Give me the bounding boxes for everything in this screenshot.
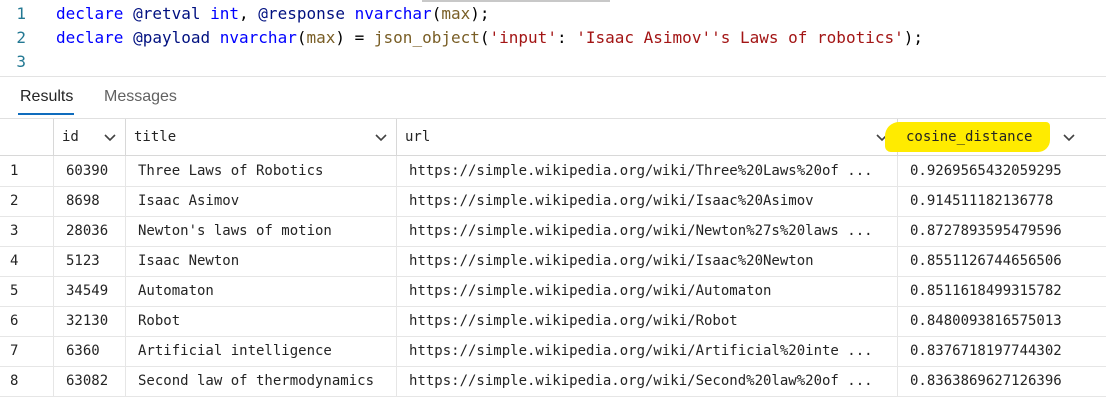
column-header-label: url — [405, 129, 431, 145]
tab-messages[interactable]: Messages — [104, 88, 177, 106]
cosine-distance-cell[interactable]: 0.8551126744656506 — [898, 246, 1106, 276]
column-header-cosine-distance[interactable]: cosine_distance — [898, 119, 1106, 155]
column-header-label: title — [134, 129, 177, 145]
title-cell[interactable]: Second law of thermodynamics — [126, 366, 397, 396]
cosine-distance-cell[interactable]: 0.8480093816575013 — [898, 306, 1106, 336]
url-cell[interactable]: https://simple.wikipedia.org/wiki/Three%… — [397, 156, 898, 186]
code-token: ); — [903, 28, 923, 47]
title-cell[interactable]: Isaac Newton — [126, 246, 397, 276]
title-cell[interactable]: Artificial intelligence — [126, 336, 397, 366]
code-line[interactable]: 2 declare @payload nvarchar ( max) = json_o… — [0, 26, 923, 50]
cosine-distance-cell[interactable]: 0.914511182136778 — [898, 186, 1106, 216]
code-editor[interactable]: 1 declare @retval int, @response nvarchar… — [0, 0, 1106, 77]
code-token: declare — [56, 28, 134, 47]
cosine-distance-cell[interactable]: 0.8363869627126396 — [898, 366, 1106, 396]
id-cell[interactable]: 8698 — [54, 186, 126, 216]
url-cell[interactable]: https://simple.wikipedia.org/wiki/Artifi… — [397, 336, 898, 366]
table-row[interactable]: 2 8698 Isaac Asimov https://simple.wikipedi… — [0, 186, 1106, 217]
code-token: @response — [258, 4, 355, 23]
url-cell[interactable]: https://simple.wikipedia.org/wiki/Isaac%… — [397, 186, 898, 216]
row-number-cell[interactable]: 1 — [0, 156, 54, 186]
code-token: max — [306, 28, 336, 47]
cosine-distance-cell[interactable]: 0.8376718197744302 — [898, 336, 1106, 366]
code-token: nvarchar — [219, 28, 297, 47]
code-token: declare — [56, 4, 134, 23]
row-number-cell[interactable]: 4 — [0, 246, 54, 276]
code-line[interactable]: 3 — [0, 50, 56, 74]
column-header-id[interactable]: id — [54, 119, 126, 155]
code-text: declare @payload nvarchar ( max) = json_ob… — [56, 28, 923, 47]
cosine-distance-cell[interactable]: 0.9269565432059295 — [898, 156, 1106, 186]
code-token: , — [239, 4, 259, 23]
id-cell[interactable]: 34549 — [54, 276, 126, 306]
table-row[interactable]: 7 6360 Artificial intelligence https://simp… — [0, 336, 1106, 367]
column-header-label: id — [62, 129, 79, 145]
url-cell[interactable]: https://simple.wikipedia.org/wiki/Second… — [397, 366, 898, 396]
chevron-down-icon[interactable] — [1062, 130, 1076, 144]
url-cell[interactable]: https://simple.wikipedia.org/wiki/Robot — [397, 306, 898, 336]
cosine-distance-cell[interactable]: 0.8727893595479596 — [898, 216, 1106, 246]
row-number-header — [0, 119, 54, 155]
row-number-cell[interactable]: 5 — [0, 276, 54, 306]
title-cell[interactable]: Three Laws of Robotics — [126, 156, 397, 186]
table-row[interactable]: 4 5123 Isaac Newton https://simple.wikipedi… — [0, 246, 1106, 277]
title-cell[interactable]: Automaton — [126, 276, 397, 306]
id-cell[interactable]: 28036 — [54, 216, 126, 246]
row-number-cell[interactable]: 8 — [0, 366, 54, 396]
code-token: 'input' — [489, 28, 557, 47]
column-header-title[interactable]: title — [126, 119, 397, 155]
chevron-down-icon[interactable] — [103, 130, 117, 144]
line-number: 3 — [16, 52, 26, 71]
table-row[interactable]: 8 63082 Second law of thermodynamics https:… — [0, 366, 1106, 397]
id-cell[interactable]: 63082 — [54, 366, 126, 396]
row-number-cell[interactable]: 7 — [0, 336, 54, 366]
table-row[interactable]: 6 32130 Robot https://simple.wikipedia.org/… — [0, 306, 1106, 337]
row-number-cell[interactable]: 6 — [0, 306, 54, 336]
url-cell[interactable]: https://simple.wikipedia.org/wiki/Automa… — [397, 276, 898, 306]
active-tab-indicator — [18, 113, 74, 115]
code-line[interactable]: 1 declare @retval int, @response nvarchar… — [0, 2, 490, 26]
line-number: 2 — [16, 28, 26, 47]
code-token: ) = — [335, 28, 374, 47]
results-grid[interactable]: id title url cosine_distance 1 60390 Three… — [0, 119, 1106, 405]
grid-header: id title url cosine_distance — [0, 119, 1106, 156]
column-header-url[interactable]: url — [397, 119, 898, 155]
table-row[interactable]: 3 28036 Newton's laws of motion https://sim… — [0, 216, 1106, 247]
url-cell[interactable]: https://simple.wikipedia.org/wiki/Newton… — [397, 216, 898, 246]
title-cell[interactable]: Isaac Asimov — [126, 186, 397, 216]
code-token: 'Isaac Asimov''s Laws of robotics' — [576, 28, 904, 47]
code-token: ); — [470, 4, 490, 23]
code-token: max — [441, 4, 471, 23]
column-header-label: cosine_distance — [906, 129, 1033, 145]
row-number-cell[interactable]: 2 — [0, 186, 54, 216]
results-tabs: Results Messages — [0, 78, 1106, 119]
code-token: int — [210, 4, 240, 23]
code-token: ( — [431, 4, 442, 23]
id-cell[interactable]: 5123 — [54, 246, 126, 276]
code-text: declare @retval int, @response nvarchar(… — [56, 4, 490, 23]
code-token: nvarchar — [354, 4, 432, 23]
code-token: ( — [479, 28, 490, 47]
cosine-distance-cell[interactable]: 0.8511618499315782 — [898, 276, 1106, 306]
id-cell[interactable]: 32130 — [54, 306, 126, 336]
code-token: @payload — [133, 28, 220, 47]
title-cell[interactable]: Newton's laws of motion — [126, 216, 397, 246]
chevron-down-icon[interactable] — [374, 130, 388, 144]
line-number: 1 — [16, 4, 26, 23]
tab-results[interactable]: Results — [20, 88, 73, 106]
id-cell[interactable]: 60390 — [54, 156, 126, 186]
code-token: json_object — [373, 28, 480, 47]
table-row[interactable]: 5 34549 Automaton https://simple.wikipedia.… — [0, 276, 1106, 307]
code-token: @retval — [133, 4, 211, 23]
row-number-cell[interactable]: 3 — [0, 216, 54, 246]
code-token: : — [556, 28, 577, 47]
url-cell[interactable]: https://simple.wikipedia.org/wiki/Isaac%… — [397, 246, 898, 276]
id-cell[interactable]: 6360 — [54, 336, 126, 366]
title-cell[interactable]: Robot — [126, 306, 397, 336]
table-row[interactable]: 1 60390 Three Laws of Robotics https://simp… — [0, 156, 1106, 187]
